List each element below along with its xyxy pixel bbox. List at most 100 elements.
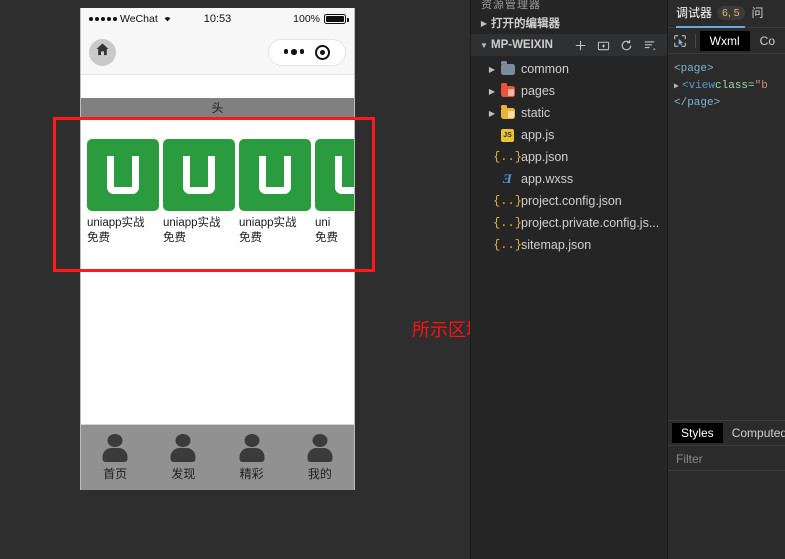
tab-questions[interactable]: 问 — [752, 0, 764, 28]
tab-label: 精彩 — [239, 466, 264, 481]
chevron-right-icon[interactable]: ▶ — [674, 78, 682, 95]
chevron-right-icon[interactable]: ▶ — [477, 19, 491, 28]
tab-debugger[interactable]: 调试器 6, 5 — [676, 0, 745, 28]
tree-item-file[interactable]: Ǝ app.wxss — [471, 168, 667, 190]
debugger-badge: 6, 5 — [717, 5, 745, 20]
tree-item-file[interactable]: {..} sitemap.json — [471, 234, 667, 256]
tab-item-featured[interactable]: 精彩 — [218, 433, 286, 482]
styles-filter-row[interactable]: Filter — [668, 447, 785, 471]
explorer-toolbar — [573, 38, 661, 52]
home-button[interactable] — [89, 38, 116, 66]
tree-item-folder[interactable]: ▶ common — [471, 58, 667, 80]
home-icon — [95, 42, 110, 62]
chevron-down-icon[interactable]: ▼ — [477, 41, 491, 50]
subtab-wxml[interactable]: Wxml — [699, 30, 750, 51]
uni-logo-icon — [163, 139, 235, 211]
folder-icon — [499, 105, 516, 120]
tree-item-folder[interactable]: ▶ static — [471, 102, 667, 124]
card-label: uniapp实战 免费 — [163, 216, 235, 246]
json-file-icon: {..} — [493, 216, 522, 230]
tree-item-label: static — [521, 106, 551, 120]
card-label: uni 免费 — [315, 216, 354, 246]
course-card[interactable]: uniapp实战 免费 — [239, 139, 311, 246]
subtab-console[interactable]: Co — [750, 31, 785, 51]
tab-debugger-label: 调试器 — [676, 6, 713, 20]
tree-item-file[interactable]: {..} project.config.json — [471, 190, 667, 212]
course-card[interactable]: uniapp实战 免费 — [163, 139, 235, 246]
tree-item-label: common — [521, 62, 569, 76]
phone-status-bar: WeChat 10:53 100% — [81, 8, 354, 30]
tab-item-home[interactable]: 首页 — [81, 433, 149, 482]
collapse-all-icon[interactable] — [642, 38, 656, 52]
card-label: uniapp实战 免费 — [239, 216, 311, 246]
inspect-element-icon[interactable] — [672, 31, 688, 51]
code-line: </page> — [674, 95, 781, 112]
tree-item-file[interactable]: {..} project.private.config.js... — [471, 212, 667, 234]
tree-item-label: app.wxss — [521, 172, 574, 186]
new-file-icon[interactable] — [573, 38, 587, 52]
tree-item-label: app.json — [521, 150, 569, 164]
card-subtitle: 免费 — [239, 232, 262, 244]
course-card[interactable]: uniapp实战 免费 — [87, 139, 159, 246]
battery-label: 100% — [293, 13, 320, 25]
page-header-label: 头 — [211, 101, 224, 115]
card-subtitle: 免费 — [163, 232, 186, 244]
code-token-page-open: <page> — [674, 63, 714, 75]
tree-item-folder[interactable]: ▶ pages — [471, 80, 667, 102]
debugger-subtab-strip: Wxml Co — [668, 28, 785, 54]
tab-label: 首页 — [103, 466, 128, 481]
tree-item-label: app.js — [521, 128, 555, 142]
wxss-file-icon: Ǝ — [503, 171, 512, 186]
folder-icon — [499, 83, 516, 98]
card-subtitle: 免费 — [87, 232, 110, 244]
simulator-panel: WeChat 10:53 100% 头 uniapp实战 免费 uniapp实战… — [0, 0, 470, 559]
tree-item-file[interactable]: JS app.js — [471, 124, 667, 146]
tab-item-discover[interactable]: 发现 — [149, 433, 217, 482]
styles-filter-placeholder: Filter — [676, 451, 703, 466]
tree-item-label: sitemap.json — [521, 238, 592, 252]
phone-tab-bar: 首页 发现 精彩 我的 — [81, 424, 354, 490]
styles-tab-strip: Styles Computed — [668, 421, 785, 446]
wxml-code-view[interactable]: <page> ▶ <view class= "b </page> — [668, 54, 785, 112]
uni-logo-icon — [87, 139, 159, 211]
code-line[interactable]: ▶ <view class= "b — [674, 78, 781, 95]
file-explorer-panel: 资源管理器 ▶ 打开的编辑器 ▼ MP-WEIXIN ▶ common ▶ pa… — [470, 0, 667, 559]
tab-computed[interactable]: Computed — [723, 423, 785, 443]
person-icon — [168, 433, 198, 462]
person-icon — [237, 433, 267, 462]
horizontal-card-scroller[interactable]: uniapp实战 免费 uniapp实战 免费 uniapp实战 免费 uni … — [81, 139, 354, 251]
code-line: <page> — [674, 61, 781, 78]
code-token-page-close: </page> — [674, 97, 721, 109]
tree-item-file[interactable]: {..} app.json — [471, 146, 667, 168]
json-file-icon: {..} — [493, 238, 522, 252]
target-circle-icon[interactable] — [315, 44, 331, 60]
person-icon — [305, 433, 335, 462]
status-left: WeChat — [89, 13, 173, 25]
card-title: uniapp实战 — [87, 217, 145, 229]
status-right: 100% — [293, 13, 349, 25]
open-editors-section[interactable]: ▶ 打开的编辑器 — [471, 12, 667, 34]
new-folder-icon[interactable] — [596, 38, 610, 52]
wifi-icon — [162, 13, 173, 25]
battery-full-icon — [324, 14, 349, 24]
card-title: uni — [315, 217, 331, 229]
tab-questions-label: 问 — [751, 6, 764, 20]
chevron-right-icon[interactable]: ▶ — [485, 87, 499, 96]
chevron-right-icon[interactable]: ▶ — [485, 65, 499, 74]
course-card[interactable]: uni 免费 — [315, 139, 354, 246]
styles-rules-area — [668, 471, 785, 559]
wechat-capsule-button[interactable] — [268, 38, 346, 66]
debugger-panel: 调试器 6, 5 问 Wxml Co <page> ▶ <view class=… — [667, 0, 785, 559]
tab-styles[interactable]: Styles — [672, 423, 723, 443]
tab-item-mine[interactable]: 我的 — [286, 433, 354, 482]
code-token-view-tag: <view — [682, 80, 716, 92]
refresh-icon[interactable] — [619, 38, 633, 52]
page-body-empty — [81, 251, 354, 424]
explorer-title: 资源管理器 — [481, 0, 541, 11]
project-root-section[interactable]: ▼ MP-WEIXIN — [471, 34, 667, 56]
tree-item-label: pages — [521, 84, 556, 98]
chevron-right-icon[interactable]: ▶ — [485, 109, 499, 118]
more-dots-icon[interactable] — [283, 49, 305, 55]
person-icon — [100, 433, 130, 462]
subtab-divider — [694, 33, 696, 48]
